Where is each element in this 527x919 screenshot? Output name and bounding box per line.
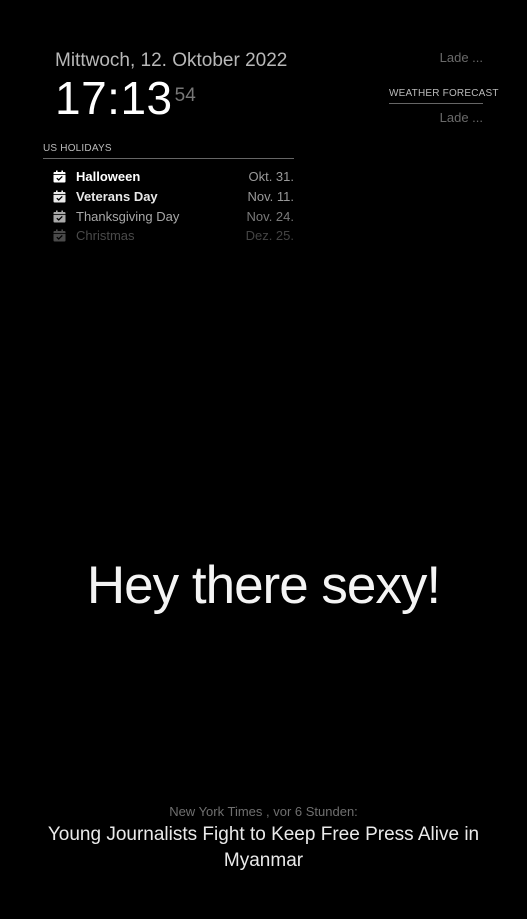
calendar-event-title: Christmas — [76, 228, 135, 244]
news-headline: Young Journalists Fight to Keep Free Pre… — [47, 824, 480, 871]
current-weather-loading: Lade ... — [439, 50, 483, 65]
clock-time: 17:13 54 — [55, 75, 305, 132]
calendar-event-title: Thanksgiving Day — [76, 208, 180, 224]
calendar-check-icon — [53, 170, 66, 183]
weather-forecast-loading: Lade ... — [439, 110, 483, 125]
calendar-event-date: Nov. 11. — [247, 189, 294, 205]
weather-forecast-module: WEATHER FORECAST Lade ... — [389, 88, 498, 125]
compliment-text: Hey there sexy! — [86, 556, 441, 615]
calendar-event-title: Halloween — [76, 169, 141, 185]
newsfeed-module: New York Times , vor 6 Stunden: Young Jo… — [20, 804, 507, 874]
calendar-event-date: Dez. 25. — [245, 228, 294, 244]
calendar-check-icon — [53, 190, 66, 203]
calendar-event-date: Nov. 24. — [246, 208, 294, 224]
clock-date: Mittwoch, 12. Oktober 2022 — [55, 50, 288, 71]
news-source: New York Times , vor 6 Stunden: — [169, 804, 358, 819]
calendar-event-title: Veterans Day — [76, 189, 158, 205]
calendar-event: Halloween Okt. 31. — [43, 167, 294, 187]
calendar-check-icon — [53, 229, 66, 242]
calendar-event: Thanksgiving Day Nov. 24. — [43, 206, 294, 226]
clock-module: Mittwoch, 12. Oktober 2022 17:13 54 — [55, 50, 305, 132]
calendar-module: US HOLIDAYS Halloween Okt. 31. Veterans … — [43, 143, 294, 246]
clock-seconds: 54 — [174, 85, 196, 106]
weather-forecast-header: WEATHER FORECAST — [389, 88, 498, 104]
calendar-event: Veterans Day Nov. 11. — [43, 187, 294, 207]
calendar-event-date: Okt. 31. — [248, 169, 294, 185]
clock-hours-minutes: 17:13 — [55, 72, 173, 124]
calendar-header: US HOLIDAYS — [43, 143, 294, 159]
calendar-event: Christmas Dez. 25. — [43, 226, 294, 246]
calendar-check-icon — [53, 210, 66, 223]
